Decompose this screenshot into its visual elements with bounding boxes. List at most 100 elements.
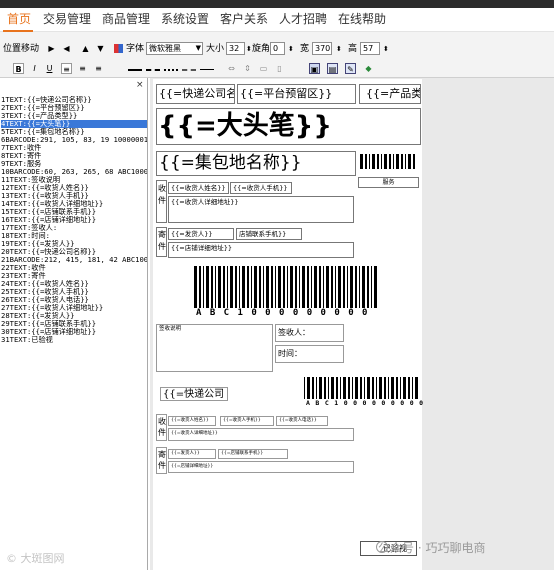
width-stepper-icon[interactable]: ⬍ [336,44,342,55]
line-dashdot-icon[interactable] [182,69,196,71]
receiver-address-field-2[interactable]: {{=收货人详细地址}} [168,428,354,441]
sign-note-field[interactable]: 签收说明 [156,324,273,372]
receiver-name-field[interactable]: {{=收货人姓名}} [168,182,229,194]
barcode-bar [365,154,367,169]
line-dash-icon[interactable] [146,69,160,71]
element-code-line[interactable]: 8TEXT:寄件 [1,152,147,160]
platform-reserved-field[interactable]: {{=平台预留区}} [237,84,356,104]
line-thin-icon[interactable] [200,69,214,70]
rotate-stepper-icon[interactable]: ⬍ [288,44,294,55]
element-code-line[interactable]: 30TEXT:{{=店铺详细地址}} [1,328,147,336]
element-code-line[interactable]: 23TEXT:寄件 [1,272,147,280]
element-code-line[interactable]: 28TEXT:{{=发货人}} [1,312,147,320]
element-code-line[interactable]: 31TEXT:已验视 [1,336,147,344]
express-company-field-2[interactable]: {{=快递公司 [160,387,228,401]
move-down-icon[interactable]: ▼ [95,43,106,54]
size-stepper-icon[interactable]: ⬍ [246,44,252,55]
height-stepper-icon[interactable]: ⬍ [383,44,389,55]
preview-icon[interactable]: ▣ [309,63,320,74]
same-height-icon[interactable]: ▯ [274,63,285,74]
shop-phone-field[interactable]: 店铺联系手机}} [236,228,302,240]
barcode-bar [369,154,370,169]
small-barcode[interactable] [360,154,418,169]
element-code-line[interactable]: 16TEXT:{{=店铺详细地址}} [1,216,147,224]
element-code-line[interactable]: 29TEXT:{{=店铺联系手机}} [1,320,147,328]
width-input[interactable]: 370 [312,42,332,55]
element-code-line[interactable]: 27TEXT:{{=收货人详细地址}} [1,304,147,312]
hub-name-field[interactable]: {{=集包地名称}} [156,151,356,176]
distribute-h-icon[interactable]: ⇔ [226,63,237,74]
edit-icon[interactable]: ✎ [345,63,356,74]
menu-recruitment[interactable]: 人才招聘 [279,12,327,26]
element-code-line[interactable]: 6BARCODE:291, 105, 83, 19 10000001 [1,136,147,144]
shop-address-field[interactable]: {{=店铺详细地址}} [168,242,354,258]
shipper-field[interactable]: {{=发货人}} [168,228,234,240]
move-up-icon[interactable]: ▲ [80,43,91,54]
close-icon[interactable]: × [136,80,144,90]
element-code-line[interactable]: 4TEXT:{{=大头笔}} [1,120,147,128]
menu-product-management[interactable]: 商品管理 [102,12,150,26]
element-code-line[interactable]: 19TEXT:{{=发货人}} [1,240,147,248]
element-code-line[interactable]: 21BARCODE:212, 415, 181, 42 ABC100000000… [1,256,147,264]
receiver-phone-field-2[interactable]: {{=收货人手机}} [220,416,274,426]
same-size-icon[interactable]: ▭ [258,63,269,74]
menu-home[interactable]: 首页 [7,12,31,26]
element-code-line[interactable]: 1TEXT:{{=快递公司名称}} [1,96,147,104]
move-left-icon[interactable]: ◀ [61,43,72,54]
element-code-line[interactable]: 5TEXT:{{=集包地名称}} [1,128,147,136]
barcode-bar [347,266,348,308]
signer-field[interactable]: 签收人： [275,324,344,342]
element-code-line[interactable]: 2TEXT:{{=平台预留区}} [1,104,147,112]
height-input[interactable]: 57 [360,42,380,55]
font-select[interactable]: 微软雅黑 ▼ [146,42,203,55]
receiver-address-field[interactable]: {{=收货人详细地址}} [168,196,354,223]
service-field[interactable]: 服务 [358,177,419,188]
element-code-line[interactable]: 20TEXT:{{=快递公司名称}} [1,248,147,256]
element-code-line[interactable]: 24TEXT:{{=收货人姓名}} [1,280,147,288]
element-code-line[interactable]: 25TEXT:{{=收货人手机}} [1,288,147,296]
element-code-line[interactable]: 9TEXT:服务 [1,160,147,168]
express-company-field[interactable]: {{=快递公司名 [156,84,235,104]
line-dot-icon[interactable] [164,69,178,71]
second-barcode[interactable] [304,377,419,399]
size-input[interactable]: 32 [226,42,245,55]
element-code-line[interactable]: 10BARCODE:60, 263, 265, 68 ABC1000000000 [1,168,147,176]
element-code-line[interactable]: 22TEXT:收件 [1,264,147,272]
shop-phone-field-2[interactable]: {{=店铺联系手机}} [218,449,288,459]
main-barcode[interactable] [194,266,380,308]
element-code-line[interactable]: 11TEXT:签收说明 [1,176,147,184]
element-code-line[interactable]: 26TEXT:{{=收货人电话}} [1,296,147,304]
big-head-pen-field[interactable]: {{=大头笔}} [156,108,421,145]
line-solid-icon[interactable] [128,69,142,71]
receiver-tel-field-2[interactable]: {{=收货人电话}} [276,416,328,426]
receiver-phone-field[interactable]: {{=收货人手机}} [230,182,292,194]
menu-trade-management[interactable]: 交易管理 [43,12,91,26]
print-icon[interactable]: ▤ [327,63,338,74]
element-code-line[interactable]: 3TEXT:{{=产品类型}} [1,112,147,120]
rotate-input[interactable]: 0 [270,42,285,55]
element-code-line[interactable]: 7TEXT:收件 [1,144,147,152]
book-icon[interactable]: ◆ [363,63,374,74]
element-code-line[interactable]: 18TEXT:时间: [1,232,147,240]
element-code-line[interactable]: 15TEXT:{{=店铺联系手机}} [1,208,147,216]
shipper-field-2[interactable]: {{=发货人}} [168,449,216,459]
italic-button[interactable]: I [29,63,40,74]
receiver-name-field-2[interactable]: {{=收货人姓名}} [168,416,216,426]
align-right-icon[interactable]: ≡ [93,63,104,74]
align-left-icon[interactable]: ≡ [61,63,72,74]
bold-button[interactable]: B [13,63,24,74]
menu-online-help[interactable]: 在线帮助 [338,12,386,26]
move-right-icon[interactable]: ▶ [46,43,57,54]
menu-customer-relations[interactable]: 客户关系 [220,12,268,26]
underline-button[interactable]: U [44,63,55,74]
time-field[interactable]: 时间： [275,345,344,363]
element-code-line[interactable]: 17TEXT:签收人: [1,224,147,232]
shop-address-field-2[interactable]: {{=店铺详细地址}} [168,461,354,473]
element-code-line[interactable]: 13TEXT:{{=收货人手机}} [1,192,147,200]
element-code-line[interactable]: 14TEXT:{{=收货人详细地址}} [1,200,147,208]
menu-system-settings[interactable]: 系统设置 [161,12,209,26]
element-code-line[interactable]: 12TEXT:{{=收货人姓名}} [1,184,147,192]
product-type-field[interactable]: {{=产品类 [359,84,421,104]
align-center-icon[interactable]: ≡ [77,63,88,74]
distribute-v-icon[interactable]: ⇕ [242,63,253,74]
